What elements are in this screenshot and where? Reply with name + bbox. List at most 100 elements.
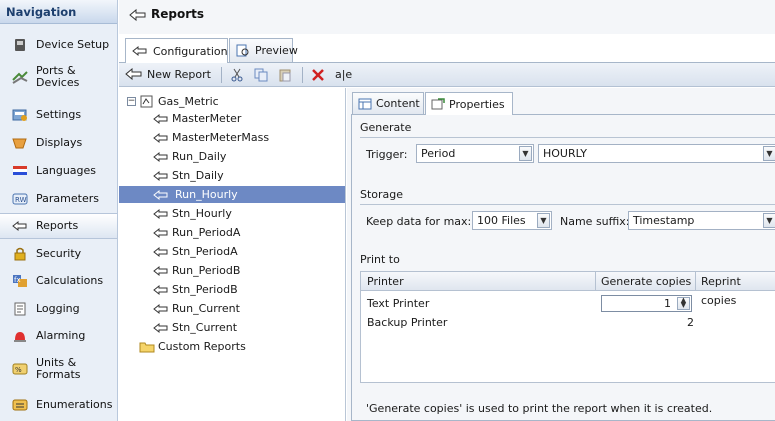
chevron-down-icon[interactable]: ▼ <box>763 213 775 228</box>
nav-item-label: Enumerations <box>36 398 113 411</box>
nav-item-languages[interactable]: Languages <box>0 160 117 182</box>
tree-item[interactable]: Stn_PeriodA <box>119 243 345 260</box>
nav-item-settings[interactable]: Settings <box>0 104 117 126</box>
report-icon <box>153 283 169 297</box>
column-divider <box>695 272 696 291</box>
tab-properties[interactable]: Properties <box>425 92 513 115</box>
tree-item-label: Stn_Current <box>172 321 238 334</box>
nav-item-reports[interactable]: Reports <box>0 213 117 239</box>
print-help-text: 'Generate copies' is used to print the r… <box>366 402 713 415</box>
generate-copies-stepper[interactable]: 1 ▲ ▼ <box>601 295 692 312</box>
keep-data-select[interactable]: 100 Files ▼ <box>472 211 552 230</box>
generate-copies-value: 1 <box>664 297 671 310</box>
report-icon <box>153 207 169 221</box>
period-select[interactable]: HOURLY ▼ <box>538 144 775 163</box>
column-divider <box>595 272 596 291</box>
tree-item[interactable]: Stn_PeriodB <box>119 281 345 298</box>
name-suffix-select[interactable]: Timestamp ▼ <box>628 211 775 230</box>
tab-preview[interactable]: Preview <box>229 38 298 62</box>
delete-icon <box>311 68 325 82</box>
chevron-down-icon[interactable]: ▼ <box>763 146 775 161</box>
rename-button[interactable]: a|e <box>335 68 352 81</box>
trigger-value: Period <box>421 147 456 160</box>
parameters-icon: RW <box>12 191 28 207</box>
reports-icon <box>12 218 28 234</box>
trigger-select[interactable]: Period ▼ <box>416 144 534 163</box>
svg-text:fx: fx <box>14 276 21 284</box>
paste-button[interactable] <box>278 68 296 82</box>
chevron-down-icon[interactable]: ▼ <box>537 213 550 228</box>
name-suffix-label: Name suffix: <box>560 215 630 228</box>
report-icon <box>153 150 169 164</box>
navigation-panel: Navigation Device Setup Ports & Devices … <box>0 0 118 421</box>
tab-label: Properties <box>449 97 505 111</box>
page-title: Reports <box>151 7 205 21</box>
tree-item[interactable]: Stn_Daily <box>119 167 345 184</box>
tree-item[interactable]: Run_Daily <box>119 148 345 165</box>
report-tree: − Gas_Metric MasterMeter MasterMeterMass R… <box>119 88 346 421</box>
tree-item[interactable]: MasterMeterMass <box>119 129 345 146</box>
nav-item-parameters[interactable]: RW Parameters <box>0 188 117 210</box>
column-header-generate-copies[interactable]: Generate copies <box>601 272 691 291</box>
tree-item-root[interactable]: − Gas_Metric <box>119 93 345 110</box>
tree-item-label: Run_PeriodB <box>172 264 241 277</box>
tree-item[interactable]: Run_Hourly <box>119 186 345 203</box>
displays-icon <box>12 135 28 151</box>
logging-icon <box>12 301 28 317</box>
nav-item-logging[interactable]: Logging <box>0 298 117 320</box>
column-header-reprint-copies[interactable]: Reprint copies <box>701 272 775 310</box>
reports-icon <box>132 45 148 57</box>
printer-table-header: Printer Generate copies Reprint copies <box>361 272 775 307</box>
nav-item-alarming[interactable]: Alarming <box>0 325 117 347</box>
nav-item-ports-devices[interactable]: Ports & Devices <box>0 62 117 92</box>
collapse-toggle[interactable]: − <box>127 97 136 106</box>
properties-icon <box>431 98 445 110</box>
keep-data-value: 100 Files <box>477 214 526 227</box>
tree-item-label: Run_Daily <box>172 150 227 163</box>
stepper-arrows-icon[interactable]: ▲ ▼ <box>677 297 690 310</box>
nav-item-label: Device Setup <box>36 38 110 51</box>
new-report-button[interactable]: New Report <box>125 68 211 81</box>
copy-button[interactable] <box>254 68 272 82</box>
trigger-label: Trigger: <box>366 148 408 161</box>
period-value: HOURLY <box>543 147 588 160</box>
content-icon <box>358 98 372 110</box>
report-icon <box>153 131 169 145</box>
tree-item[interactable]: Stn_Current <box>119 319 345 336</box>
nav-item-label: Languages <box>36 164 97 177</box>
paste-icon <box>278 68 292 82</box>
tree-item[interactable]: MasterMeter <box>119 110 345 127</box>
tree-item[interactable]: Run_Current <box>119 300 345 317</box>
tab-content[interactable]: Content <box>352 92 424 114</box>
report-icon <box>153 112 169 126</box>
generate-copies-value: 2 <box>687 316 694 329</box>
nav-item-units-formats[interactable]: % Units & Formats <box>0 354 117 384</box>
column-header-printer[interactable]: Printer <box>367 272 404 291</box>
calculations-icon: fx <box>12 273 28 289</box>
tree-item[interactable]: Run_PeriodA <box>119 224 345 241</box>
new-report-label: New Report <box>147 68 211 81</box>
tree-item-custom-reports[interactable]: Custom Reports <box>119 338 345 355</box>
report-icon <box>153 302 169 316</box>
delete-button[interactable] <box>311 68 329 82</box>
nav-item-enumerations[interactable]: Enumerations <box>0 394 117 416</box>
nav-item-device-setup[interactable]: Device Setup <box>0 34 117 56</box>
tree-item[interactable]: Stn_Hourly <box>119 205 345 222</box>
chevron-down-icon[interactable]: ▼ <box>519 146 532 161</box>
nav-item-displays[interactable]: Displays <box>0 132 117 154</box>
printer-table: Printer Generate copies Reprint copies T… <box>360 271 775 383</box>
enumerations-icon <box>12 397 28 413</box>
languages-icon <box>12 163 28 179</box>
toolbar-separator <box>220 66 222 83</box>
nav-item-calculations[interactable]: fx Calculations <box>0 270 117 292</box>
report-icon <box>153 321 169 335</box>
tab-configuration[interactable]: Configuration <box>125 38 228 63</box>
svg-text:%: % <box>15 366 22 374</box>
print-section: Print to <box>360 253 775 269</box>
nav-item-label: Calculations <box>36 274 104 287</box>
tree-item[interactable]: Run_PeriodB <box>119 262 345 279</box>
tree-item-label: Gas_Metric <box>158 95 219 108</box>
printer-name: Backup Printer <box>367 316 448 329</box>
cut-button[interactable] <box>230 68 248 82</box>
nav-item-security[interactable]: Security <box>0 243 117 265</box>
